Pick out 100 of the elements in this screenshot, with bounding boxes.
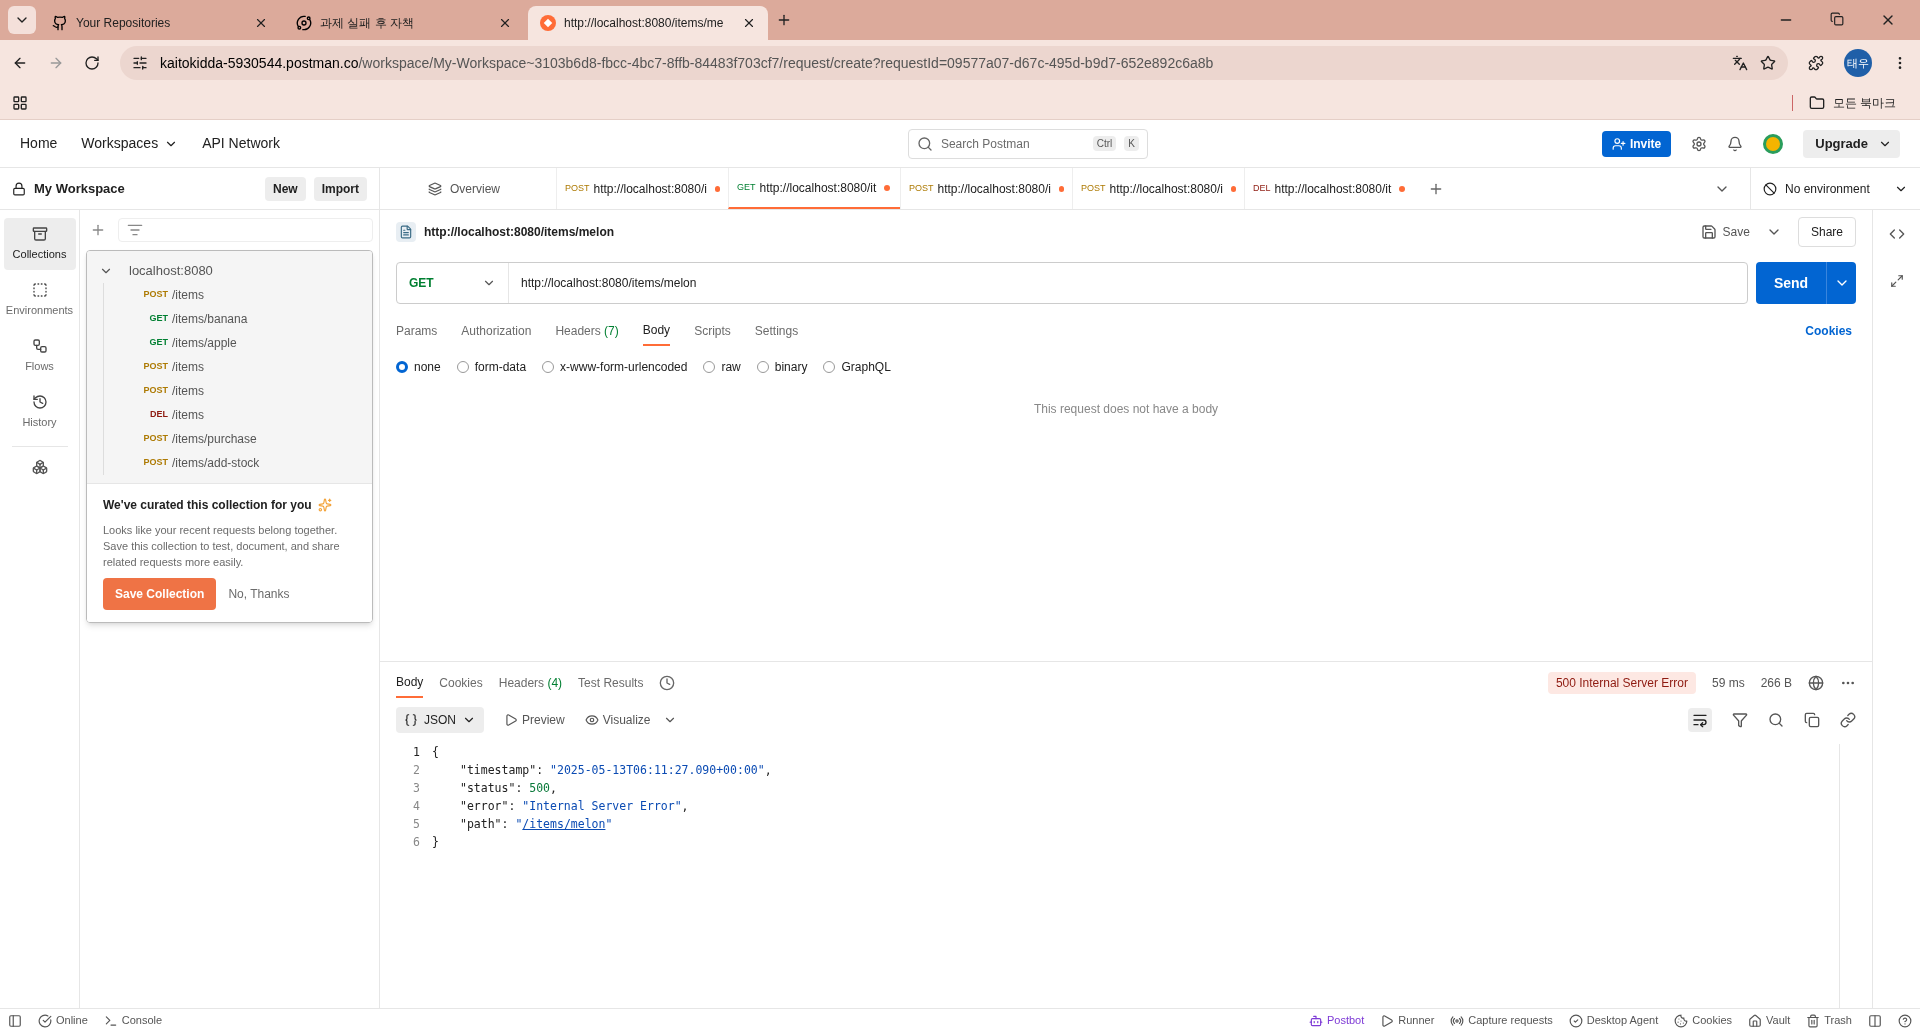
notifications-icon[interactable] <box>1727 135 1744 152</box>
request-subtab[interactable]: Scripts <box>694 316 731 346</box>
request-item[interactable]: DEL /items <box>104 403 372 427</box>
workspace-button[interactable]: Import <box>313 176 367 201</box>
status-item[interactable]: Online <box>38 1012 88 1029</box>
body-type-radio[interactable]: x-www-form-urlencoded <box>542 358 688 376</box>
sidebar-tab[interactable]: History <box>3 386 76 438</box>
folder-icon[interactable] <box>1808 94 1825 111</box>
request-item[interactable]: GET /items/banana <box>104 307 372 331</box>
invite-button[interactable]: Invite <box>1601 130 1672 157</box>
environment-selector[interactable]: No environment <box>1750 168 1920 209</box>
nav-link[interactable]: API Network <box>202 133 280 154</box>
upgrade-button[interactable]: Upgrade <box>1803 129 1900 158</box>
body-type-radio[interactable]: GraphQL <box>823 358 891 376</box>
send-button[interactable]: Send <box>1756 262 1856 304</box>
url-field[interactable]: GET http://localhost:8080/items/melon <box>396 262 1748 304</box>
filter-field[interactable] <box>118 218 373 242</box>
response-tab[interactable]: Headers (4) <box>498 668 563 698</box>
settings-icon[interactable] <box>1691 135 1708 152</box>
bookmarks-label[interactable]: 모든 북마크 <box>1832 93 1896 112</box>
search-field[interactable]: Search Postman <box>940 134 1085 153</box>
nav-link[interactable]: Home <box>20 133 58 154</box>
search-icon[interactable] <box>1768 712 1784 728</box>
response-tab[interactable]: Test Results <box>578 668 644 698</box>
share-button[interactable]: Share <box>1797 217 1856 247</box>
status-item[interactable]: Trash <box>1806 1012 1852 1029</box>
add-modules-icon[interactable] <box>31 459 48 475</box>
avatar-icon[interactable] <box>1763 133 1784 154</box>
request-tab[interactable]: POST http://localhost:8080/i <box>556 168 728 209</box>
request-subtab[interactable]: Settings <box>754 316 799 346</box>
close-icon[interactable] <box>254 16 268 30</box>
response-tab[interactable]: Cookies <box>439 668 483 698</box>
toggle-sidebar-icon[interactable] <box>8 1013 22 1028</box>
cookies-link[interactable]: Cookies <box>1805 322 1852 340</box>
expand-icon[interactable] <box>1889 274 1904 288</box>
site-settings-icon[interactable] <box>132 55 148 71</box>
response-tab[interactable]: Body <box>396 668 424 698</box>
extensions-icon[interactable] <box>1808 55 1824 71</box>
method-selector[interactable]: GET <box>397 263 509 303</box>
sidebar-tab[interactable]: Collections <box>3 218 76 270</box>
browser-tab[interactable]: Your Repositories <box>40 6 280 40</box>
request-subtab[interactable]: Body <box>642 316 671 346</box>
status-item[interactable]: Postbot <box>1308 1012 1365 1029</box>
request-tab[interactable]: POST http://localhost:8080/i <box>1072 168 1244 209</box>
tab-list-button[interactable] <box>8 6 36 34</box>
status-item[interactable]: Runner <box>1380 1012 1435 1029</box>
workspace-name[interactable]: My Workspace <box>34 178 257 199</box>
status-item[interactable]: Desktop Agent <box>1568 1012 1659 1029</box>
request-item[interactable]: GET /items/apple <box>104 331 372 355</box>
visualize-button[interactable]: Visualize <box>584 711 651 729</box>
request-item[interactable]: POST /items/purchase <box>104 427 372 451</box>
link-icon[interactable] <box>1840 712 1856 728</box>
close-icon[interactable] <box>742 16 756 30</box>
overview-tab[interactable]: Overview <box>380 168 556 209</box>
status-item[interactable]: Console <box>103 1012 163 1029</box>
request-subtab[interactable]: Params <box>396 316 438 346</box>
sidebar-tab[interactable]: Flows <box>3 330 76 382</box>
profile-avatar[interactable]: 태우 <box>1844 49 1872 77</box>
dismiss-button[interactable]: No, Thanks <box>228 585 290 603</box>
status-item[interactable]: Capture requests <box>1450 1012 1553 1029</box>
filter-icon[interactable] <box>1732 712 1748 728</box>
format-selector[interactable]: JSON <box>396 707 484 733</box>
body-type-radio[interactable]: none <box>396 358 441 376</box>
body-type-radio[interactable]: raw <box>703 358 741 376</box>
code-icon[interactable] <box>1888 226 1905 242</box>
close-icon[interactable] <box>498 16 512 30</box>
request-item[interactable]: POST /items <box>104 355 372 379</box>
status-item[interactable]: Cookies <box>1674 1012 1732 1029</box>
help-icon[interactable] <box>1898 1013 1912 1028</box>
request-item[interactable]: POST /items/add-stock <box>104 451 372 475</box>
back-icon[interactable] <box>12 55 28 71</box>
browser-tab[interactable]: 과제 실패 후 자책 <box>284 6 524 40</box>
request-item[interactable]: POST /items <box>104 379 372 403</box>
wrap-icon[interactable] <box>1688 708 1712 732</box>
preview-button[interactable]: Preview <box>504 711 565 729</box>
copy-icon[interactable] <box>1804 712 1820 728</box>
sidebar-tab[interactable]: Environments <box>3 274 76 326</box>
body-type-radio[interactable]: binary <box>756 358 808 376</box>
request-subtab[interactable]: Headers (7) <box>555 316 619 346</box>
reload-icon[interactable] <box>84 55 100 71</box>
save-button[interactable]: Save <box>1692 223 1758 241</box>
request-tab[interactable]: GET http://localhost:8080/it <box>728 168 900 209</box>
new-tab-icon[interactable] <box>776 12 792 28</box>
status-item[interactable]: Vault <box>1748 1012 1791 1029</box>
bookmark-star-icon[interactable] <box>1760 55 1776 71</box>
translate-icon[interactable] <box>1732 55 1748 71</box>
address-bar[interactable]: kaitokidda-5930544.postman.co/workspace/My-Workspace~3103b6d8-fbcc-4bc7-8ffb-84483f703cf7/request/create?requestId=09577a07-d67c-495d-b9d7-652e892c6a8b <box>120 46 1788 80</box>
request-subtab[interactable]: Authorization <box>461 316 532 346</box>
browser-tab[interactable]: http://localhost:8080/items/me <box>528 6 768 40</box>
workspace-button[interactable]: New <box>264 176 306 201</box>
collection-row[interactable]: localhost:8080 <box>87 259 372 283</box>
layout-icon[interactable] <box>1868 1013 1882 1028</box>
restore-icon[interactable] <box>1830 12 1844 26</box>
history-icon[interactable] <box>659 675 676 691</box>
request-tab[interactable]: POST http://localhost:8080/i <box>900 168 1072 209</box>
apps-icon[interactable] <box>12 94 28 111</box>
globe-icon[interactable] <box>1808 675 1824 691</box>
request-tab[interactable]: DEL http://localhost:8080/it <box>1244 168 1416 209</box>
search-bar[interactable]: Search Postman Ctrl K <box>907 128 1148 159</box>
nav-link[interactable]: Workspaces <box>81 133 179 154</box>
